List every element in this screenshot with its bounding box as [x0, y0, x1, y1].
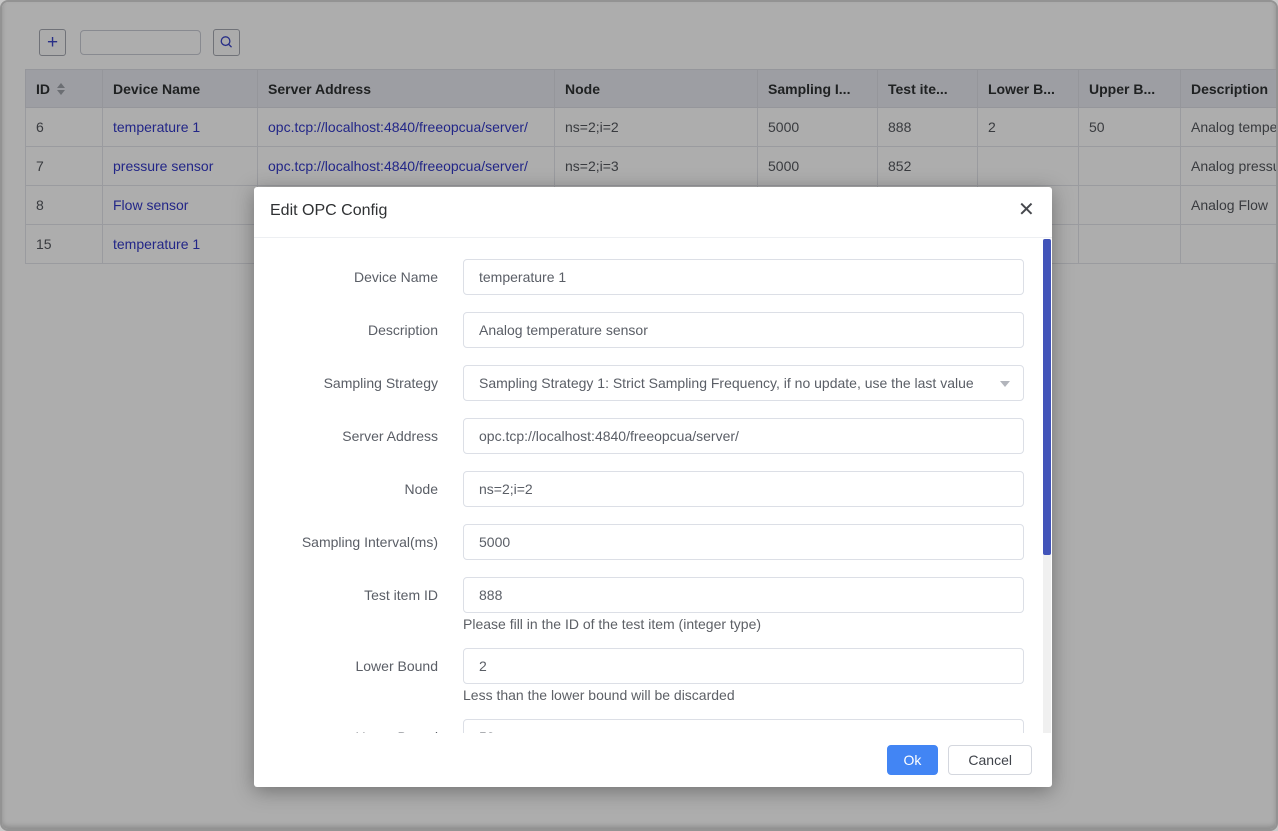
- app-window: + IDDevice NameServer AddressNodeSamplin…: [0, 0, 1278, 831]
- form-row-lower_bound: Lower Bound 2 Less than the lower bound wi…: [254, 648, 1052, 702]
- field-col: 5000: [463, 524, 1024, 560]
- field-col: 2 Less than the lower bound will be disca…: [463, 648, 1024, 702]
- edit-opc-config-dialog: Edit OPC Config ✕ Device Name temperature…: [254, 187, 1052, 787]
- form-row-sampling_strategy: Sampling Strategy Sampling Strategy 1: St…: [254, 365, 1052, 401]
- chevron-down-icon: [1000, 381, 1010, 387]
- server_address-input[interactable]: opc.tcp://localhost:4840/freeopcua/serve…: [463, 418, 1024, 454]
- field-label-upper_bound: Upper Bound: [254, 719, 463, 733]
- field-value: 2: [479, 658, 487, 674]
- dialog-scrollbar-track[interactable]: [1043, 239, 1051, 733]
- dialog-scrollbar-thumb[interactable]: [1043, 239, 1051, 555]
- form-row-server_address: Server Address opc.tcp://localhost:4840/f…: [254, 418, 1052, 454]
- sampling_interval-input[interactable]: 5000: [463, 524, 1024, 560]
- field-col: Sampling Strategy 1: Strict Sampling Fre…: [463, 365, 1024, 401]
- field-label-description: Description: [254, 312, 463, 348]
- field-value: ns=2;i=2: [479, 481, 533, 497]
- test_item_id-input[interactable]: 888: [463, 577, 1024, 613]
- form-row-test_item_id: Test item ID 888 Please fill in the ID of …: [254, 577, 1052, 631]
- cancel-button[interactable]: Cancel: [948, 745, 1032, 775]
- dialog-header: Edit OPC Config ✕: [254, 187, 1052, 238]
- field-col: opc.tcp://localhost:4840/freeopcua/serve…: [463, 418, 1024, 454]
- description-input[interactable]: Analog temperature sensor: [463, 312, 1024, 348]
- field-label-sampling_strategy: Sampling Strategy: [254, 365, 463, 401]
- device_name-input[interactable]: temperature 1: [463, 259, 1024, 295]
- form-row-sampling_interval: Sampling Interval(ms) 5000: [254, 524, 1052, 560]
- field-label-test_item_id: Test item ID: [254, 577, 463, 631]
- dialog-form: Device Name temperature 1 Description Analo…: [254, 259, 1052, 733]
- field-value: temperature 1: [479, 269, 566, 285]
- form-row-device_name: Device Name temperature 1: [254, 259, 1052, 295]
- sampling_strategy-select[interactable]: Sampling Strategy 1: Strict Sampling Fre…: [463, 365, 1024, 401]
- field-col: 50: [463, 719, 1024, 733]
- field-label-device_name: Device Name: [254, 259, 463, 295]
- field-value: 888: [479, 587, 502, 603]
- dialog-title: Edit OPC Config: [270, 202, 387, 220]
- field-col: Analog temperature sensor: [463, 312, 1024, 348]
- field-value: 5000: [479, 534, 510, 550]
- field-label-node: Node: [254, 471, 463, 507]
- form-row-node: Node ns=2;i=2: [254, 471, 1052, 507]
- field-label-sampling_interval: Sampling Interval(ms): [254, 524, 463, 560]
- field-col: 888 Please fill in the ID of the test ite…: [463, 577, 1024, 631]
- field-hint-test_item_id: Please fill in the ID of the test item (…: [463, 617, 1024, 631]
- field-value: Sampling Strategy 1: Strict Sampling Fre…: [479, 375, 974, 391]
- form-row-description: Description Analog temperature sensor: [254, 312, 1052, 348]
- dialog-footer: Ok Cancel: [254, 733, 1052, 787]
- upper_bound-input[interactable]: 50: [463, 719, 1024, 733]
- field-value: opc.tcp://localhost:4840/freeopcua/serve…: [479, 428, 739, 444]
- field-label-lower_bound: Lower Bound: [254, 648, 463, 702]
- ok-button[interactable]: Ok: [887, 745, 939, 775]
- field-hint-lower_bound: Less than the lower bound will be discar…: [463, 688, 1024, 702]
- field-value: Analog temperature sensor: [479, 322, 648, 338]
- node-input[interactable]: ns=2;i=2: [463, 471, 1024, 507]
- field-col: temperature 1: [463, 259, 1024, 295]
- field-label-server_address: Server Address: [254, 418, 463, 454]
- dialog-body: Device Name temperature 1 Description Analo…: [254, 239, 1052, 733]
- form-row-upper_bound: Upper Bound50: [254, 719, 1052, 733]
- field-col: ns=2;i=2: [463, 471, 1024, 507]
- lower_bound-input[interactable]: 2: [463, 648, 1024, 684]
- close-icon[interactable]: ✕: [1012, 196, 1040, 224]
